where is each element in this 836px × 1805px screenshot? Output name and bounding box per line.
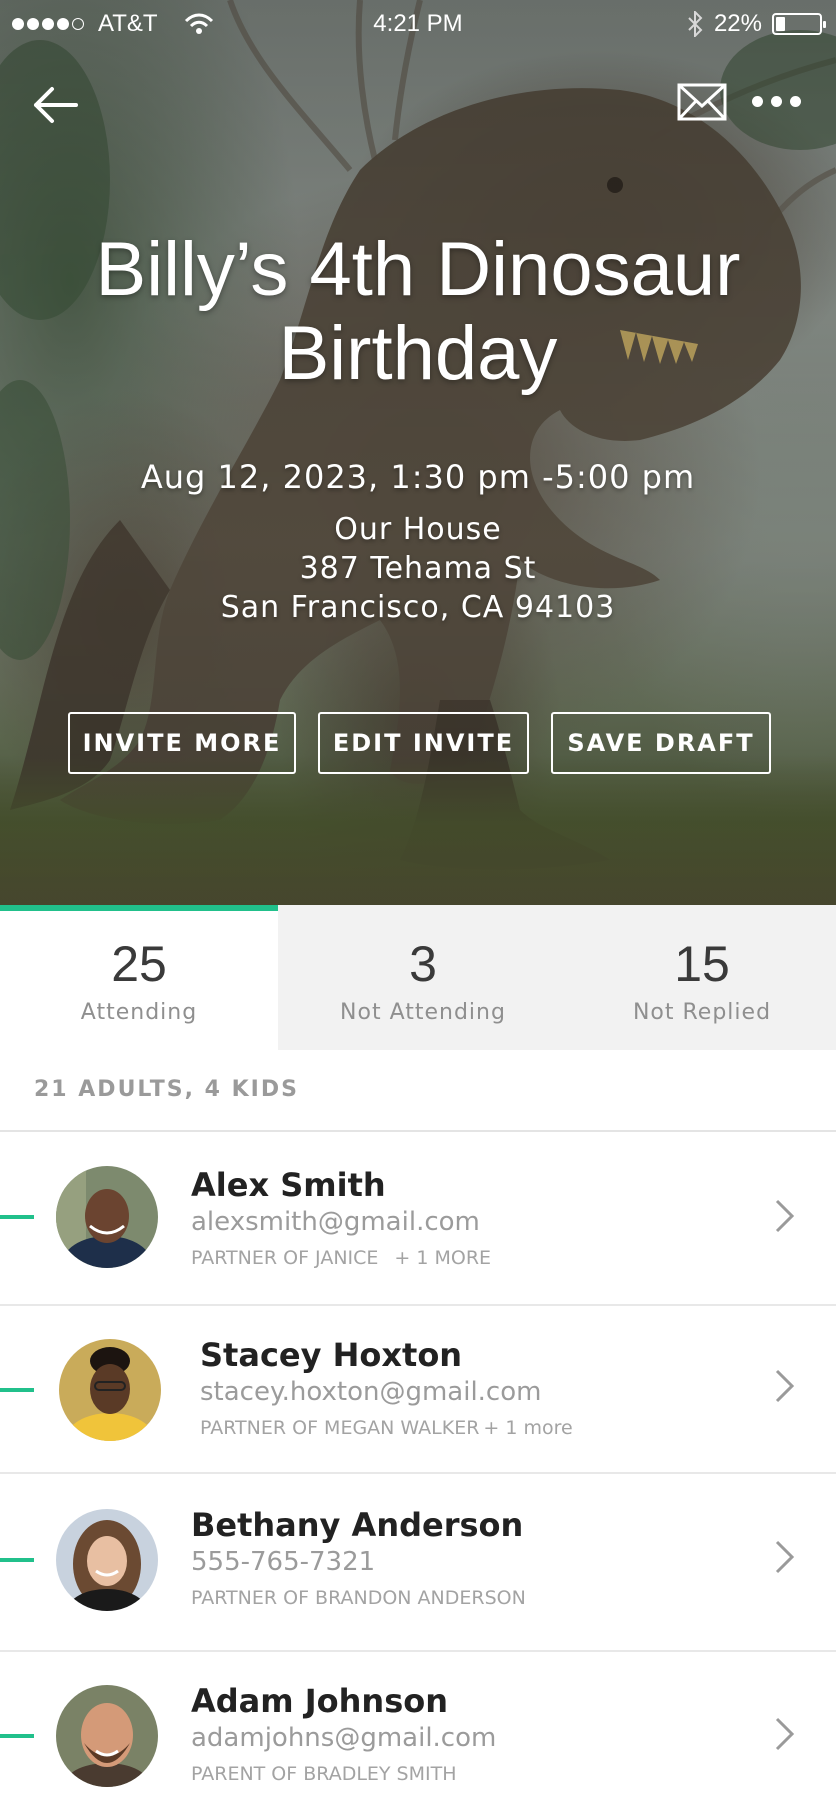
guest-contact: adamjohns@gmail.com: [191, 1723, 497, 1753]
attending-indicator: [0, 1558, 34, 1562]
invite-more-button[interactable]: INVITE MORE: [68, 712, 296, 774]
guest-contact: 555-765-7321: [191, 1547, 376, 1577]
rsvp-tabs: 25 Attending 3 Not Attending 15 Not Repl…: [0, 905, 836, 1050]
not-replied-label: Not Replied: [632, 1000, 772, 1025]
avatar: [56, 1509, 158, 1611]
attending-count: 25: [111, 936, 167, 992]
not-attending-count: 3: [409, 936, 437, 992]
bluetooth-icon: [688, 11, 703, 37]
battery-percent: 22%: [713, 10, 762, 37]
status-right: 22%: [686, 10, 826, 38]
address-line-3: San Francisco, CA 94103: [220, 590, 616, 625]
guest-relation-text: PARTNER OF MEGAN WALKER: [200, 1417, 480, 1439]
guest-contact: alexsmith@gmail.com: [191, 1207, 480, 1237]
chevron-right-icon: [775, 1199, 795, 1233]
event-date: Aug 12, 2023, 1:30 pm -5:00 pm: [140, 458, 696, 496]
guest-relation: PARTNER OF JANICE + 1 MORE: [191, 1247, 491, 1269]
not-attending-label: Not Attending: [340, 1000, 506, 1025]
attending-indicator: [0, 1734, 34, 1738]
guest-relation: PARENT OF BRADLEY SMITH: [191, 1763, 457, 1785]
tab-attending[interactable]: 25 Attending: [0, 905, 278, 1050]
guest-summary: 21 ADULTS, 4 KIDS: [34, 1077, 299, 1102]
address-line-1: Our House: [334, 512, 502, 547]
tab-not-attending[interactable]: 3 Not Attending: [278, 905, 568, 1050]
event-title: Billy’s 4th Dinosaur Birthday: [95, 227, 741, 396]
guest-name: Stacey Hoxton: [200, 1336, 463, 1374]
avatar: [56, 1685, 158, 1787]
address-line-2: 387 Tehama St: [299, 551, 537, 586]
tab-not-replied[interactable]: 15 Not Replied: [568, 905, 836, 1050]
edit-invite-button[interactable]: EDIT INVITE: [318, 712, 529, 774]
guest-row-alex-smith[interactable]: Alex Smith alexsmith@gmail.com PARTNER O…: [0, 1132, 836, 1306]
chevron-right-icon: [775, 1369, 795, 1403]
guest-relation-text: PARTNER OF JANICE: [191, 1247, 379, 1269]
not-replied-count: 15: [674, 936, 730, 992]
guest-row-bethany-anderson[interactable]: Bethany Anderson 555-765-7321 PARTNER OF…: [0, 1474, 836, 1652]
guest-relation: PARTNER OF BRANDON ANDERSON: [191, 1587, 526, 1609]
battery-icon: [772, 13, 826, 35]
chevron-right-icon: [775, 1717, 795, 1751]
guest-relation-more: + 1 MORE: [394, 1247, 492, 1269]
guest-name: Alex Smith: [191, 1166, 386, 1204]
envelope-icon[interactable]: [676, 82, 728, 122]
more-dots-icon[interactable]: [752, 86, 810, 116]
attending-label: Attending: [80, 1000, 198, 1025]
back-arrow-icon[interactable]: [30, 82, 80, 128]
guest-contact: stacey.hoxton@gmail.com: [200, 1377, 542, 1407]
guest-name: Adam Johnson: [191, 1682, 449, 1720]
chevron-right-icon: [775, 1540, 795, 1574]
guest-name: Bethany Anderson: [191, 1506, 524, 1544]
guest-relation-more: + 1 more: [483, 1417, 573, 1439]
guest-row-stacey-hoxton[interactable]: Stacey Hoxton stacey.hoxton@gmail.com PA…: [0, 1306, 836, 1474]
avatar: [56, 1166, 158, 1268]
active-tab-indicator: [0, 905, 278, 911]
attending-indicator: [0, 1215, 34, 1219]
status-bar: AT&T 4:21 PM 22%: [0, 0, 836, 50]
event-address: Our House 387 Tehama St San Francisco, C…: [0, 510, 836, 627]
guest-row-adam-johnson[interactable]: Adam Johnson adamjohns@gmail.com PARENT …: [0, 1652, 836, 1805]
save-draft-button[interactable]: SAVE DRAFT: [551, 712, 771, 774]
attending-indicator: [0, 1388, 34, 1392]
guest-relation: PARTNER OF MEGAN WALKER + 1 more: [200, 1417, 573, 1439]
avatar: [59, 1339, 161, 1441]
event-hero: AT&T 4:21 PM 22% Billy’s 4th Dinosaur Bi…: [0, 0, 836, 905]
